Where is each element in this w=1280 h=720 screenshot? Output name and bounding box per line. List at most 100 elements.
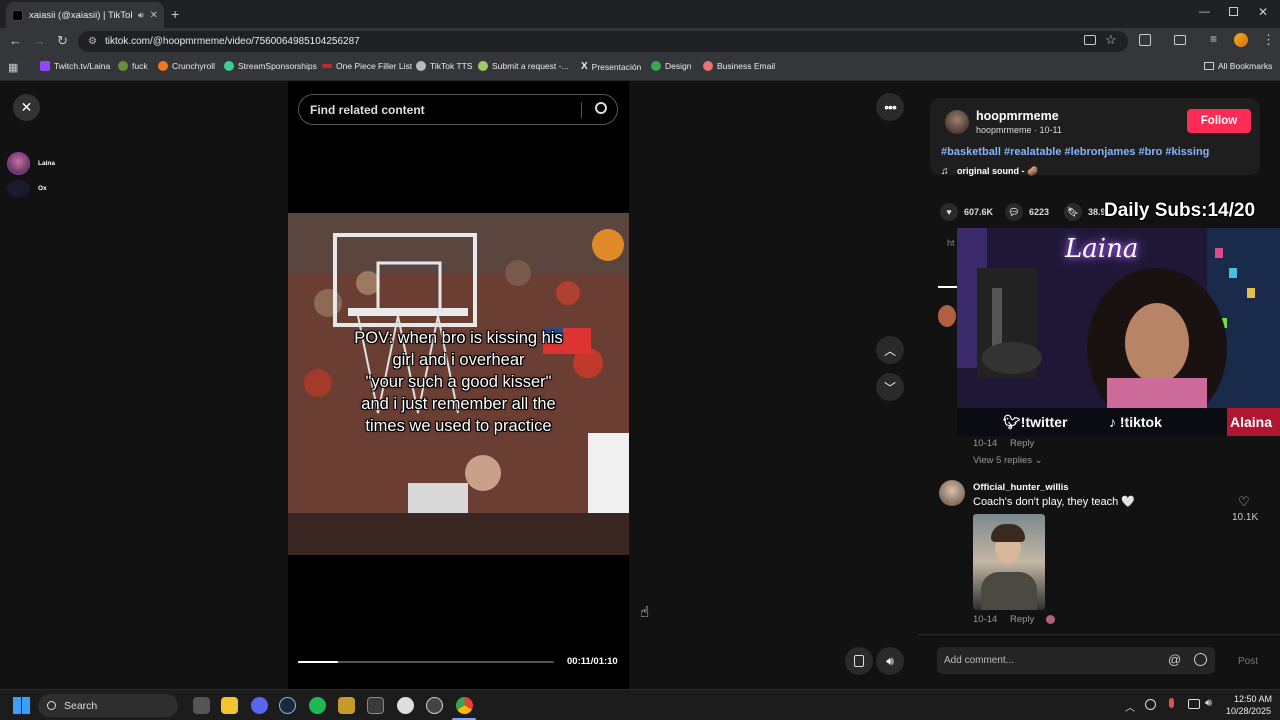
xbox-app-icon[interactable] bbox=[367, 697, 384, 714]
video-player[interactable]: Find related content POV: when bro is ki… bbox=[288, 81, 629, 689]
comment-input[interactable]: Add comment... @ bbox=[937, 647, 1215, 674]
steam-icon[interactable] bbox=[279, 697, 296, 714]
author-card: hoopmrmeme hoopmrmeme · 10-11 Follow #ba… bbox=[930, 98, 1260, 177]
new-tab-icon[interactable]: + bbox=[171, 6, 179, 22]
previous-video-button[interactable]: ︿ bbox=[876, 336, 904, 364]
search-divider bbox=[581, 102, 582, 118]
clock-date[interactable]: 10/28/2025 bbox=[1226, 706, 1271, 716]
close-video-button[interactable]: ✕ bbox=[13, 94, 40, 121]
bookmark-one-piece[interactable]: One Piece Filler List bbox=[322, 61, 412, 71]
profile-avatar[interactable] bbox=[1234, 33, 1248, 47]
tray-chevron-icon[interactable]: ︿ bbox=[1125, 699, 1135, 714]
search-icon[interactable] bbox=[595, 102, 607, 114]
bookmark-crunchyroll[interactable]: Crunchyroll bbox=[158, 61, 215, 71]
design-icon bbox=[651, 61, 661, 71]
comment-stat[interactable]: 💬︎ 6223 bbox=[1005, 203, 1049, 221]
network-icon[interactable] bbox=[1188, 699, 1200, 709]
comment-like-icon[interactable]: ♡ bbox=[1238, 494, 1250, 510]
minimize-icon[interactable]: — bbox=[1199, 6, 1210, 18]
install-icon[interactable] bbox=[1084, 35, 1096, 45]
taskbar-search[interactable]: Search bbox=[38, 694, 178, 717]
post-button[interactable]: Post bbox=[1238, 656, 1258, 667]
forward-icon[interactable]: → bbox=[33, 33, 46, 48]
avatar[interactable] bbox=[939, 480, 965, 506]
daily-subs-counter: Daily Subs:14/20 bbox=[1104, 200, 1256, 221]
comment-avatar bbox=[938, 305, 956, 327]
speaker-icon[interactable]: 🔊︎ bbox=[138, 10, 144, 21]
file-explorer-icon[interactable] bbox=[221, 697, 238, 714]
next-video-button[interactable]: ﹀ bbox=[876, 373, 904, 401]
reply-link[interactable]: Reply bbox=[1010, 614, 1034, 625]
spotify-icon[interactable] bbox=[309, 697, 326, 714]
left-rail-label: Ox bbox=[38, 185, 47, 192]
mention-icon[interactable]: @ bbox=[1168, 652, 1181, 667]
save-stat[interactable]: 🔖︎ 38.9 bbox=[1064, 203, 1106, 221]
reload-icon[interactable]: ↻ bbox=[57, 33, 68, 49]
floating-player-button[interactable] bbox=[845, 647, 873, 675]
all-bookmarks[interactable]: All Bookmarks bbox=[1204, 61, 1272, 71]
windows-start-icon[interactable] bbox=[13, 697, 30, 714]
avatar[interactable] bbox=[945, 110, 969, 134]
bookmark-submit-request[interactable]: Submit a request -... bbox=[478, 61, 569, 71]
bookmark-design[interactable]: Design bbox=[651, 61, 691, 71]
leaf-icon bbox=[118, 61, 128, 71]
emoji-icon[interactable] bbox=[1194, 653, 1207, 666]
view-replies-link[interactable]: View 5 replies ⌄ bbox=[973, 455, 1043, 466]
reply-link[interactable]: Reply bbox=[1010, 438, 1034, 449]
volume-icon[interactable]: 🔊︎ bbox=[1205, 697, 1212, 710]
sound-label[interactable]: original sound - 🥔 bbox=[957, 166, 1038, 177]
follow-button[interactable]: Follow bbox=[1187, 109, 1251, 133]
comment-image[interactable] bbox=[973, 514, 1045, 610]
game-app-icon[interactable] bbox=[338, 697, 355, 714]
twitter-bird-icon: 🐦︎ bbox=[1003, 414, 1021, 430]
tray-sync-icon[interactable] bbox=[1145, 699, 1156, 710]
progress-fill bbox=[298, 661, 339, 663]
save-count: 38.9 bbox=[1088, 207, 1106, 217]
like-stat[interactable]: ♥ 607.6K bbox=[940, 203, 993, 221]
clock-time[interactable]: 12:50 AM bbox=[1234, 694, 1272, 704]
bookmark-presentacion[interactable]: X Presentación bbox=[581, 61, 641, 72]
hand-cursor-icon: ☝︎ bbox=[640, 604, 650, 621]
bookmark-streamsponsorships[interactable]: StreamSponsorships bbox=[224, 61, 317, 71]
video-frame[interactable]: POV: when bro is kissing his girl and i … bbox=[288, 213, 629, 555]
split-view-icon[interactable] bbox=[1174, 35, 1186, 45]
restore-icon[interactable] bbox=[1229, 7, 1238, 16]
chevron-up-icon: ︿ bbox=[883, 343, 896, 358]
obs-icon[interactable] bbox=[397, 697, 414, 714]
star-icon[interactable]: ☆ bbox=[1105, 32, 1117, 48]
author-name[interactable]: hoopmrmeme bbox=[976, 109, 1059, 123]
omnibox[interactable]: ⚙︎ tiktok.com/@hoopmrmeme/video/75600649… bbox=[78, 31, 1128, 52]
progress-bar[interactable] bbox=[298, 661, 554, 663]
volume-button[interactable]: 🔊︎ bbox=[876, 647, 904, 675]
bookmark-fuck[interactable]: fuck bbox=[118, 61, 148, 71]
back-icon[interactable]: ← bbox=[9, 33, 22, 48]
extensions-icon[interactable] bbox=[1139, 34, 1151, 46]
task-view-icon[interactable] bbox=[193, 697, 210, 714]
creator-liked-icon bbox=[1046, 615, 1055, 624]
close-tab-icon[interactable]: ✕ bbox=[150, 10, 158, 21]
search-input[interactable]: Find related content bbox=[298, 94, 618, 125]
bookmark-business-email[interactable]: Business Email bbox=[703, 61, 775, 71]
site-info-icon[interactable]: ⚙︎ bbox=[88, 36, 97, 47]
chrome-icon[interactable] bbox=[456, 697, 473, 714]
left-rail-item[interactable]: Ox bbox=[7, 180, 47, 197]
apps-grid-icon[interactable]: ▦ bbox=[8, 61, 18, 74]
app-icon[interactable] bbox=[426, 697, 443, 714]
discord-icon[interactable] bbox=[251, 697, 268, 714]
menu-icon[interactable]: ⋮ bbox=[1262, 32, 1275, 48]
taskbar-search-label: Search bbox=[64, 699, 98, 712]
name-tag: Alaina bbox=[1230, 414, 1273, 430]
bookmarks-bar: ▦ Twitch.tv/Laina fuck Crunchyroll Strea… bbox=[0, 54, 1280, 81]
hashtags[interactable]: #basketball #realatable #lebronjames #br… bbox=[941, 146, 1209, 158]
bookmark-twitch[interactable]: Twitch.tv/Laina bbox=[40, 61, 110, 71]
author-meta: hoopmrmeme · 10-11 bbox=[976, 125, 1062, 135]
more-options-button[interactable]: ••• bbox=[876, 93, 904, 121]
media-icon[interactable]: ≡ bbox=[1210, 32, 1217, 46]
left-rail-item[interactable]: Laina bbox=[7, 152, 55, 175]
microphone-icon[interactable] bbox=[1169, 698, 1174, 708]
bookmark-tiktok-tts[interactable]: TikTok TTS bbox=[416, 61, 473, 71]
browser-tab[interactable]: xaiasii (@xaiasii) | TikTok 🔊︎ ✕ bbox=[6, 2, 164, 28]
caption-line: times we used to practice bbox=[365, 417, 552, 435]
comment-user[interactable]: Official_hunter_willis bbox=[973, 482, 1069, 493]
close-window-icon[interactable]: ✕ bbox=[1258, 5, 1268, 19]
